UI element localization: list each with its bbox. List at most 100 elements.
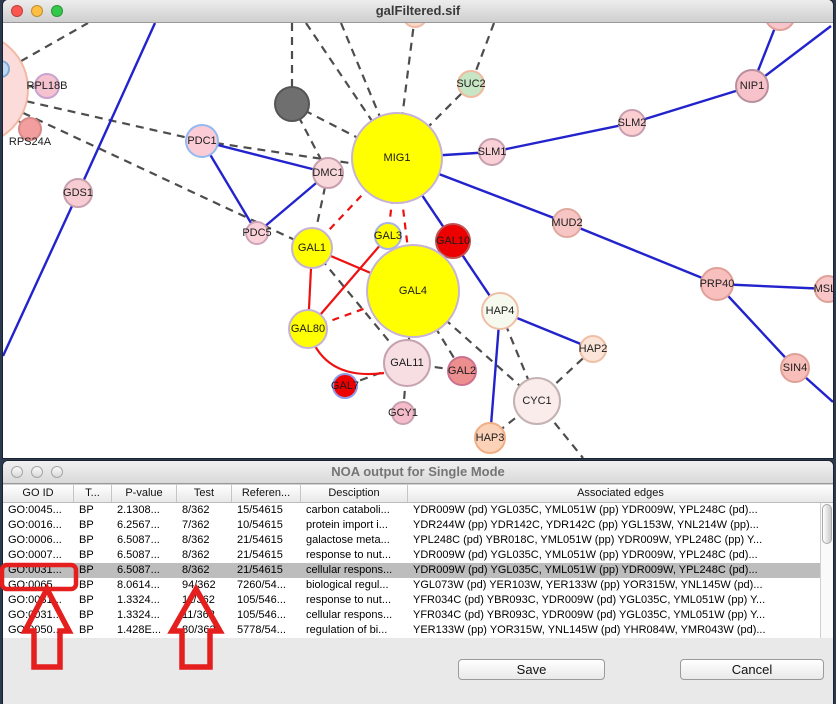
cell: BP	[74, 593, 112, 608]
cell: YDR244W (pp) YDR142C, YDR142C (pp) YGL15…	[408, 518, 820, 533]
column-header-go-id[interactable]: GO ID	[3, 485, 74, 502]
node-label-SLM2: SLM2	[618, 117, 647, 129]
noa-window-title: NOA output for Single Mode	[3, 461, 833, 483]
cell: response to nut...	[301, 548, 408, 563]
zoom-button-icon[interactable]	[51, 466, 63, 478]
scrollbar-thumb[interactable]	[822, 504, 832, 544]
edge	[202, 141, 328, 173]
cell: 94/362	[177, 578, 232, 593]
table-body: GO:0045...BP2.1308...8/36215/54615carbon…	[3, 503, 820, 638]
node-label-PRP40: PRP40	[700, 278, 735, 290]
noa-window-titlebar[interactable]: NOA output for Single Mode	[3, 461, 833, 484]
node-label-PDC1: PDC1	[187, 135, 216, 147]
table-row[interactable]: GO:0031...BP1.3324...11/362105/546...cel…	[3, 608, 820, 623]
column-header-referen[interactable]: Referen...	[232, 485, 301, 502]
cell: response to nut...	[301, 593, 408, 608]
node-label-GAL1: GAL1	[298, 242, 326, 254]
network-window-titlebar[interactable]: galFiltered.sif	[3, 0, 833, 23]
cell: BP	[74, 548, 112, 563]
column-header-associated-edges[interactable]: Associated edges	[408, 485, 833, 502]
cell: cellular respons...	[301, 608, 408, 623]
cell: BP	[74, 578, 112, 593]
table-row[interactable]: GO:0045...BP2.1308...8/36215/54615carbon…	[3, 503, 820, 518]
minimize-button-icon[interactable]	[31, 466, 43, 478]
cancel-button[interactable]: Cancel	[680, 659, 824, 680]
node-label-GAL3: GAL3	[374, 230, 402, 242]
node-label-SLM1: SLM1	[478, 146, 507, 158]
node-label-GAL7: GAL7	[331, 380, 359, 392]
column-header-p-value[interactable]: P-value	[112, 485, 177, 502]
cell: carbon cataboli...	[301, 503, 408, 518]
node-label-PDC5: PDC5	[242, 227, 271, 239]
node-label-GAL4: GAL4	[399, 285, 427, 297]
table-row[interactable]: GO:0006...BP6.5087...8/36221/54615galact…	[3, 533, 820, 548]
cell: 10/54615	[232, 518, 301, 533]
cell: protein import i...	[301, 518, 408, 533]
edge	[78, 23, 155, 193]
edge	[567, 223, 717, 284]
cell: 1.428E...	[112, 623, 177, 638]
minimize-button-icon[interactable]	[31, 5, 43, 17]
cell: 11/362	[177, 593, 232, 608]
cell: 6.5087...	[112, 563, 177, 578]
cell: 105/546...	[232, 608, 301, 623]
cell: YDR009W (pd) YGL035C, YML051W (pp) YDR00…	[408, 563, 820, 578]
cell: GO:0031...	[3, 593, 74, 608]
close-button-icon[interactable]	[11, 466, 23, 478]
save-button[interactable]: Save	[458, 659, 605, 680]
node-label-MIG1: MIG1	[384, 152, 411, 164]
cell: YFR034C (pd) YBR093C, YDR009W (pd) YGL03…	[408, 593, 820, 608]
edge	[632, 86, 752, 123]
cell: 1.3324...	[112, 608, 177, 623]
node-partial-top-2[interactable]	[765, 23, 795, 30]
cell: YPL248C (pd) YBR018C, YML051W (pp) YDR00…	[408, 533, 820, 548]
cell: BP	[74, 503, 112, 518]
network-canvas[interactable]: RPL18BRPS24AGDS1PDC1PDC5DMC1MIG1SUC2SLM1…	[3, 23, 833, 458]
table-row[interactable]: GO:0007...BP6.5087...8/36221/54615respon…	[3, 548, 820, 563]
cell: 8/362	[177, 563, 232, 578]
cell: cellular respons...	[301, 563, 408, 578]
cell: 21/54615	[232, 548, 301, 563]
cell: 11/362	[177, 608, 232, 623]
cell: 7260/54...	[232, 578, 301, 593]
cell: galactose meta...	[301, 533, 408, 548]
cell: 80/362	[177, 623, 232, 638]
table-row[interactable]: GO:0050...BP1.428E...80/3625778/54...reg…	[3, 623, 820, 638]
edge	[3, 193, 78, 356]
cell: 6.5087...	[112, 533, 177, 548]
table-row[interactable]: GO:0065...BP8.0614...94/3627260/54...bio…	[3, 578, 820, 593]
node-label-GAL2: GAL2	[448, 365, 476, 377]
cell: GO:0050...	[3, 623, 74, 638]
table-row[interactable]: GO:0031...BP1.3324...11/362105/546...res…	[3, 593, 820, 608]
column-header-test[interactable]: Test	[177, 485, 232, 502]
cell: BP	[74, 563, 112, 578]
edge	[490, 311, 500, 438]
cell: 105/546...	[232, 593, 301, 608]
node-partial-top-1[interactable]	[403, 23, 427, 27]
cell: GO:0031...	[3, 563, 74, 578]
cell: GO:0007...	[3, 548, 74, 563]
edge	[717, 284, 795, 368]
cell: YDR009W (pd) YGL035C, YML051W (pp) YDR00…	[408, 503, 820, 518]
cell: 5778/54...	[232, 623, 301, 638]
table-row-selected[interactable]: GO:0031...BP6.5087...8/36221/54615cellul…	[3, 563, 820, 578]
cell: YGL073W (pd) YER103W, YER133W (pp) YOR31…	[408, 578, 820, 593]
network-window-title: galFiltered.sif	[3, 0, 833, 22]
cell: 6.2567...	[112, 518, 177, 533]
column-header-desciption[interactable]: Desciption	[301, 485, 408, 502]
node-dark-node[interactable]	[275, 87, 309, 121]
node-label-CYC1: CYC1	[522, 395, 551, 407]
vertical-scrollbar[interactable]	[820, 503, 833, 638]
node-label-SIN4: SIN4	[783, 362, 807, 374]
node-label-RPL18B: RPL18B	[27, 80, 68, 92]
cell: GO:0006...	[3, 533, 74, 548]
node-label-NIP1: NIP1	[740, 80, 764, 92]
close-button-icon[interactable]	[11, 5, 23, 17]
table-row[interactable]: GO:0016...BP6.2567...7/36210/54615protei…	[3, 518, 820, 533]
column-header-t[interactable]: T...	[74, 485, 112, 502]
node-label-HAP3: HAP3	[476, 432, 505, 444]
cell: 6.5087...	[112, 548, 177, 563]
zoom-button-icon[interactable]	[51, 5, 63, 17]
table-header-row: GO IDT...P-valueTestReferen...Desciption…	[3, 484, 833, 503]
cell: 21/54615	[232, 563, 301, 578]
